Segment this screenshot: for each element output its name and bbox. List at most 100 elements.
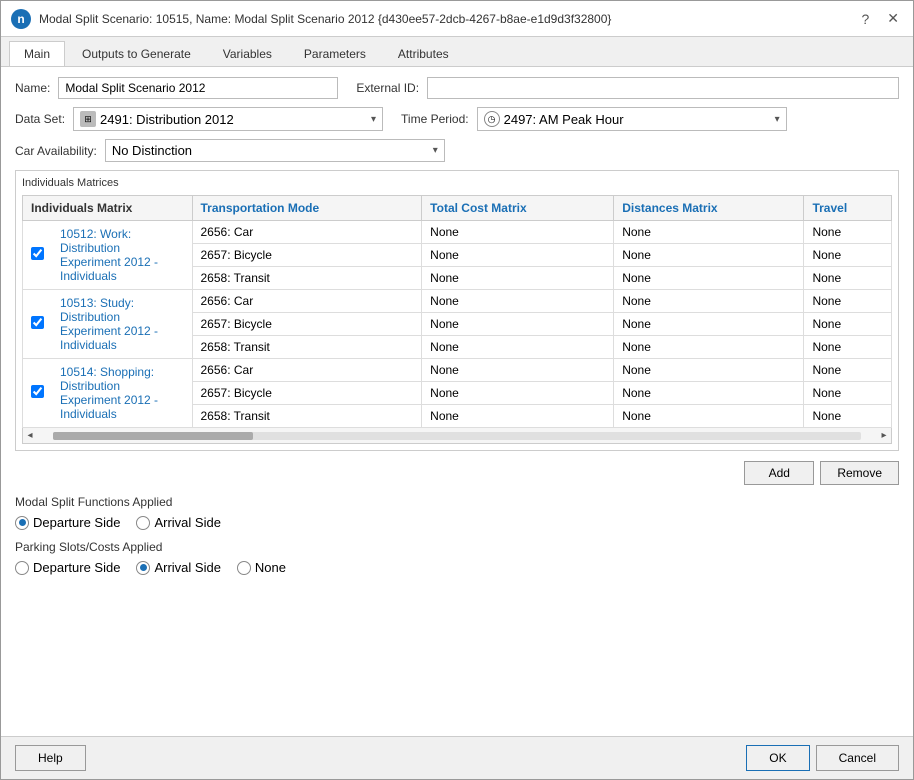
travel-1-1: None [804,221,892,244]
footer-right-buttons: OK Cancel [746,745,899,771]
time-period-value: 2497: AM Peak Hour [504,112,624,127]
scroll-left-icon[interactable]: ◂ [23,429,37,443]
dist-2-2[interactable]: None [614,313,804,336]
main-content: Name: External ID: Data Set: ⊞ 2491: Dis… [1,67,913,736]
car-avail-value: No Distinction [112,143,192,158]
db-icon: ⊞ [80,111,96,127]
travel-3-3: None [804,405,892,428]
cost-3-2[interactable]: None [422,382,614,405]
ext-id-label: External ID: [356,81,419,95]
dist-3-1[interactable]: None [614,359,804,382]
name-label: Name: [15,81,50,95]
car-avail-label: Car Availability: [15,144,97,158]
app-icon: n [11,9,31,29]
radio-inner-departure [19,519,26,526]
mode-3-3: 2658: Transit [192,405,422,428]
radio-outer-departure [15,516,29,530]
tab-variables[interactable]: Variables [208,41,287,66]
matrix-table-wrap: Individuals Matrix Transportation Mode T… [22,195,892,428]
cost-2-3[interactable]: None [422,336,614,359]
mode-1-2: 2657: Bicycle [192,244,422,267]
mode-2-1: 2656: Car [192,290,422,313]
travel-2-3: None [804,336,892,359]
horizontal-scrollbar[interactable]: ◂ ▸ [22,428,892,444]
individuals-matrices-title: Individuals Matrices [22,177,892,189]
parking-departure-option[interactable]: Departure Side [15,560,120,575]
parking-radio-inner-arrival [140,564,147,571]
cost-3-3[interactable]: None [422,405,614,428]
cost-1-2[interactable]: None [422,244,614,267]
mode-3-2: 2657: Bicycle [192,382,422,405]
cost-3-1[interactable]: None [422,359,614,382]
name-row: Name: External ID: [15,77,899,99]
parking-departure-label: Departure Side [33,560,120,575]
checkbox-3[interactable] [23,359,53,428]
cancel-button[interactable]: Cancel [816,745,899,771]
dist-1-2[interactable]: None [614,244,804,267]
dist-3-2[interactable]: None [614,382,804,405]
parking-arrival-label: Arrival Side [154,560,220,575]
clock-icon: ◷ [484,111,500,127]
dist-1-1[interactable]: None [614,221,804,244]
table-header-row: Individuals Matrix Transportation Mode T… [23,196,892,221]
tab-main[interactable]: Main [9,41,65,66]
travel-2-2: None [804,313,892,336]
dataset-value: 2491: Distribution 2012 [100,112,234,127]
travel-1-2: None [804,244,892,267]
scrollbar-thumb[interactable] [53,432,253,440]
parking-arrival-option[interactable]: Arrival Side [136,560,220,575]
tab-outputs[interactable]: Outputs to Generate [67,41,206,66]
cost-2-2[interactable]: None [422,313,614,336]
checkbox-2[interactable] [23,290,53,359]
matrix-name-1: 10512: Work: Distribution Experiment 201… [52,221,192,290]
dist-2-3[interactable]: None [614,336,804,359]
add-button[interactable]: Add [744,461,814,485]
footer: Help OK Cancel [1,736,913,779]
main-window: n Modal Split Scenario: 10515, Name: Mod… [0,0,914,780]
parking-none-option[interactable]: None [237,560,286,575]
time-period-label: Time Period: [401,112,469,126]
cost-1-3[interactable]: None [422,267,614,290]
window-title: Modal Split Scenario: 10515, Name: Modal… [39,12,611,26]
tab-bar: Main Outputs to Generate Variables Param… [1,37,913,67]
dataset-label: Data Set: [15,112,65,126]
mode-3-1: 2656: Car [192,359,422,382]
remove-button[interactable]: Remove [820,461,899,485]
scroll-right-icon[interactable]: ▸ [877,429,891,443]
time-period-content: ◷ 2497: AM Peak Hour [484,111,624,127]
dataset-icon: ⊞ 2491: Distribution 2012 [80,111,234,127]
parking-none-label: None [255,560,286,575]
time-period-dropdown[interactable]: ◷ 2497: AM Peak Hour ▾ [477,107,787,131]
travel-3-2: None [804,382,892,405]
table-row: 10512: Work: Distribution Experiment 201… [23,221,892,244]
help-window-button[interactable]: ? [857,9,873,29]
dist-2-1[interactable]: None [614,290,804,313]
car-avail-arrow-icon: ▾ [433,145,438,156]
col-total-cost: Total Cost Matrix [422,196,614,221]
titlebar-left: n Modal Split Scenario: 10515, Name: Mod… [11,9,611,29]
matrix-name-3: 10514: Shopping: Distribution Experiment… [52,359,192,428]
ok-button[interactable]: OK [746,745,809,771]
dataset-dropdown[interactable]: ⊞ 2491: Distribution 2012 ▾ [73,107,383,131]
table-row: 10514: Shopping: Distribution Experiment… [23,359,892,382]
modal-split-radio-group: Departure Side Arrival Side [15,515,899,530]
parking-radio-outer-departure [15,561,29,575]
close-window-button[interactable]: ✕ [883,8,903,29]
cost-2-1[interactable]: None [422,290,614,313]
travel-1-3: None [804,267,892,290]
modal-split-arrival-option[interactable]: Arrival Side [136,515,220,530]
mode-2-3: 2658: Transit [192,336,422,359]
help-button[interactable]: Help [15,745,86,771]
parking-slots-section: Parking Slots/Costs Applied Departure Si… [15,540,899,575]
cost-1-1[interactable]: None [422,221,614,244]
car-avail-dropdown[interactable]: No Distinction ▾ [105,139,445,162]
tab-attributes[interactable]: Attributes [383,41,464,66]
radio-outer-arrival [136,516,150,530]
checkbox-1[interactable] [23,221,53,290]
name-input[interactable] [58,77,338,99]
dist-3-3[interactable]: None [614,405,804,428]
tab-parameters[interactable]: Parameters [289,41,381,66]
modal-split-departure-option[interactable]: Departure Side [15,515,120,530]
dist-1-3[interactable]: None [614,267,804,290]
ext-id-input[interactable] [427,77,899,99]
